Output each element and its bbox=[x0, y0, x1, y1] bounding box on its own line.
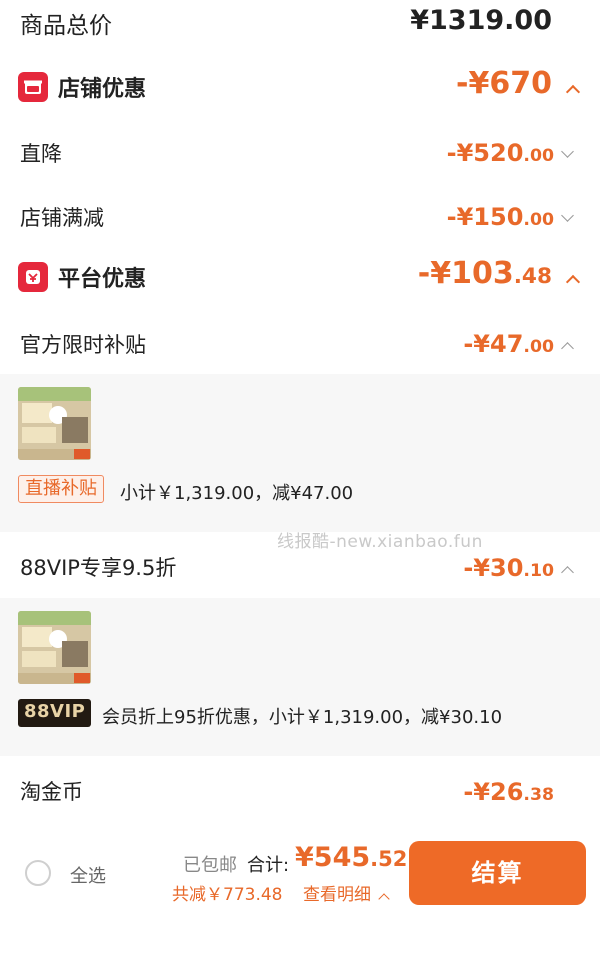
official-subsidy-detail: 小计￥1,319.00，减¥47.00 bbox=[120, 483, 354, 504]
goods-total-amount: ¥1319.00 bbox=[410, 5, 552, 36]
official-subsidy-panel: 直播补贴 小计￥1,319.00，减¥47.00 bbox=[0, 374, 600, 532]
shop-discount-header[interactable]: 店铺优惠 -¥670 bbox=[0, 66, 600, 110]
shop-discount-title: 店铺优惠 bbox=[58, 77, 147, 102]
store-icon bbox=[18, 72, 48, 102]
chevron-down-icon[interactable] bbox=[561, 145, 574, 158]
chevron-up-icon bbox=[378, 893, 391, 905]
shop-full-cut-row[interactable]: 店铺满减 -¥150.00 bbox=[0, 197, 600, 237]
checkout-bar: 全选 已包邮 合计: ¥545.52 共减￥773.48 查看明细 结算 bbox=[0, 822, 600, 971]
chevron-up-icon[interactable] bbox=[561, 342, 574, 355]
shipping-status: 已包邮 bbox=[183, 855, 237, 876]
vip-tag: 88VIP bbox=[18, 699, 92, 727]
official-subsidy-row[interactable]: 官方限时补贴 -¥47.00 bbox=[0, 324, 600, 364]
vip-discount-row[interactable]: 88VIP专享9.5折 -¥30.10 bbox=[0, 548, 600, 588]
select-all-radio[interactable] bbox=[25, 860, 51, 886]
platform-discount-amount: -¥103.48 bbox=[417, 256, 552, 291]
shop-full-cut-amount: -¥150.00 bbox=[446, 203, 554, 231]
vip-discount-panel: 88VIP 会员折上95折优惠，小计￥1,319.00，减¥30.10 bbox=[0, 598, 600, 756]
platform-icon bbox=[18, 262, 48, 292]
taojinbi-amount: -¥26.38 bbox=[463, 778, 554, 806]
direct-cut-amount: -¥520.00 bbox=[446, 139, 554, 167]
platform-discount-header[interactable]: 平台优惠 -¥103.48 bbox=[0, 256, 600, 300]
product-thumbnail[interactable] bbox=[18, 611, 91, 684]
direct-cut-label: 直降 bbox=[20, 142, 62, 166]
shop-discount-amount: -¥670 bbox=[456, 66, 552, 101]
chevron-down-icon[interactable] bbox=[561, 209, 574, 222]
direct-cut-row[interactable]: 直降 -¥520.00 bbox=[0, 134, 600, 174]
vip-discount-detail: 会员折上95折优惠，小计￥1,319.00，减¥30.10 bbox=[102, 707, 503, 728]
view-detail-link[interactable]: 查看明细 bbox=[303, 880, 391, 905]
total-label: 合计: bbox=[247, 855, 290, 876]
shop-full-cut-label: 店铺满减 bbox=[20, 206, 104, 230]
official-subsidy-label: 官方限时补贴 bbox=[20, 333, 146, 357]
saved-amount: 共减￥773.48 bbox=[172, 885, 283, 905]
checkout-button[interactable]: 结算 bbox=[409, 841, 586, 905]
goods-total-row: 商品总价 ¥1319.00 bbox=[0, 0, 600, 50]
live-subsidy-tag: 直播补贴 bbox=[18, 475, 104, 503]
chevron-up-icon[interactable] bbox=[565, 84, 581, 100]
platform-discount-title: 平台优惠 bbox=[58, 267, 147, 292]
taojinbi-row[interactable]: 淘金币 -¥26.38 bbox=[0, 772, 600, 812]
goods-total-label: 商品总价 bbox=[20, 13, 112, 39]
vip-discount-amount: -¥30.10 bbox=[463, 554, 554, 582]
official-subsidy-amount: -¥47.00 bbox=[463, 330, 554, 358]
select-all-label[interactable]: 全选 bbox=[70, 862, 106, 888]
chevron-up-icon[interactable] bbox=[561, 566, 574, 579]
product-thumbnail[interactable] bbox=[18, 387, 91, 460]
vip-discount-label: 88VIP专享9.5折 bbox=[20, 556, 177, 580]
chevron-up-icon[interactable] bbox=[565, 274, 581, 290]
taojinbi-label: 淘金币 bbox=[20, 780, 83, 804]
total-amount: ¥545.52 bbox=[295, 842, 408, 873]
